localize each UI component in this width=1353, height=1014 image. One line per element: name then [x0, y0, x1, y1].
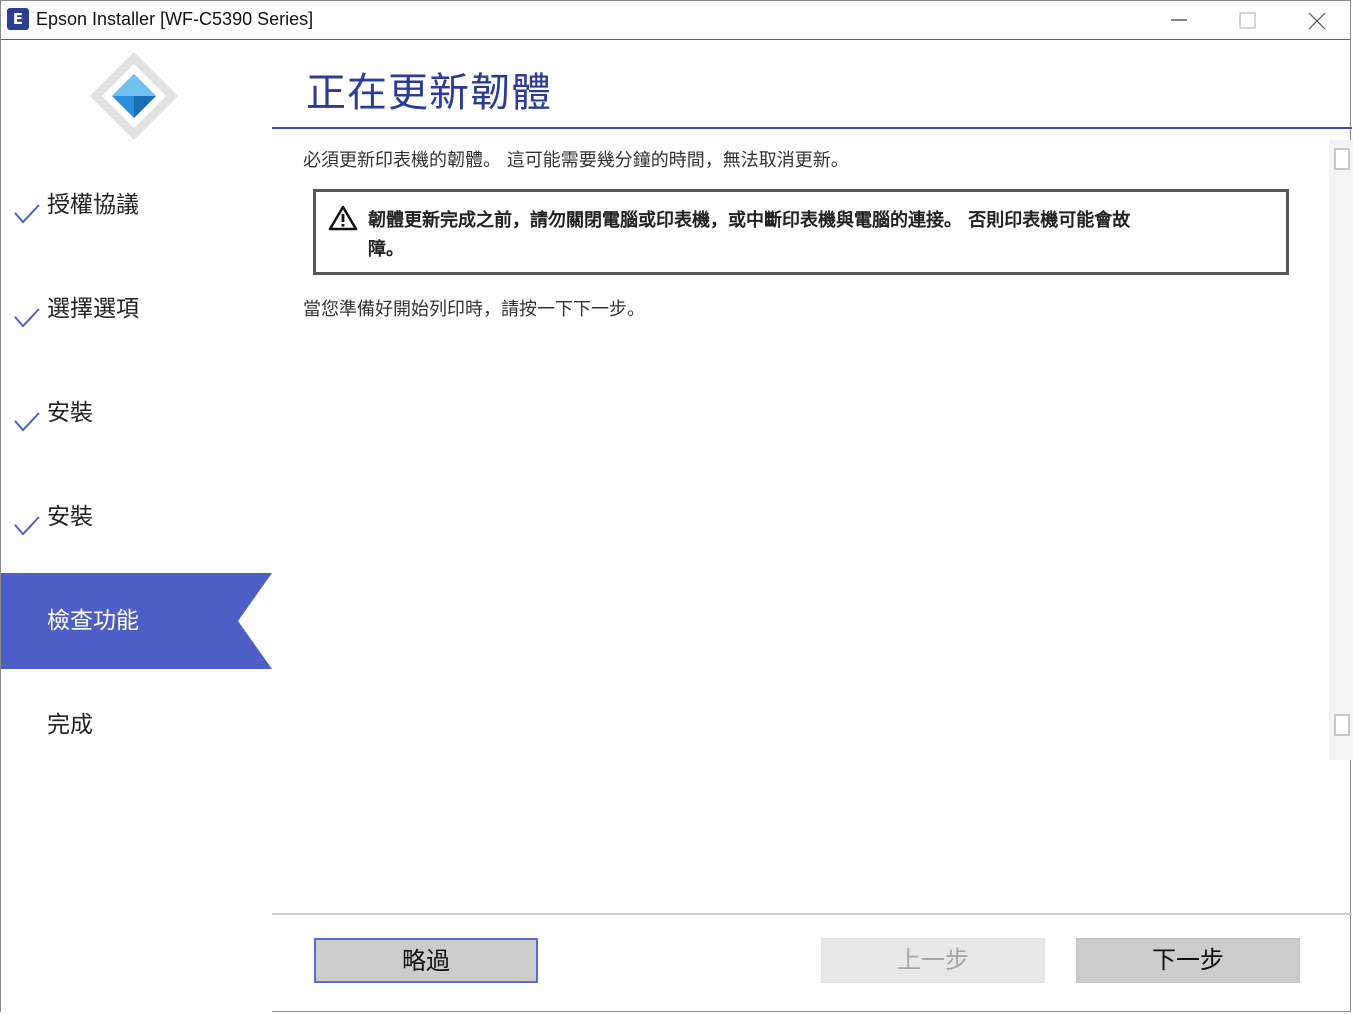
active-step-pointer [238, 573, 272, 669]
app-icon: E [7, 8, 29, 30]
instruction-text: 當您準備好開始列印時，請按一下下一步。 [303, 299, 645, 320]
installer-window: E Epson Installer [WF-C5390 Series] 授權協議… [0, 0, 1353, 1013]
warning-triangle-icon [328, 205, 358, 231]
check-icon [14, 412, 40, 432]
check-icon [14, 204, 40, 224]
vertical-scrollbar[interactable] [1329, 140, 1353, 760]
scroll-down-button[interactable] [1334, 714, 1350, 736]
warning-text: 韌體更新完成之前，請勿關閉電腦或印表機，或中斷印表機與電腦的連接。 否則印表機可… [368, 206, 1268, 264]
step-label: 授權協議 [47, 192, 139, 218]
step-check-functions: 檢查功能 [1, 573, 272, 669]
step-label: 檢查功能 [47, 608, 139, 634]
step-finish: 完成 [1, 677, 272, 773]
step-label: 完成 [47, 712, 93, 738]
back-button[interactable]: 上一步 [821, 938, 1045, 983]
step-install-2: 安裝 [1, 469, 272, 565]
close-button[interactable] [1282, 1, 1351, 39]
footer-divider [272, 913, 1352, 915]
next-button[interactable]: 下一步 [1076, 938, 1300, 983]
step-label: 安裝 [47, 504, 93, 530]
step-license: 授權協議 [1, 157, 272, 253]
main-panel: 正在更新韌體 必須更新印表機的韌體。 這可能需要幾分鐘的時間，無法取消更新。 韌… [272, 40, 1353, 1013]
page-title: 正在更新韌體 [306, 70, 552, 116]
step-options: 選擇選項 [1, 261, 272, 357]
maximize-icon [1239, 12, 1256, 29]
window-title: Epson Installer [WF-C5390 Series] [36, 9, 314, 29]
title-divider [272, 127, 1352, 129]
close-icon [1308, 12, 1326, 30]
warning-line-1: 韌體更新完成之前，請勿關閉電腦或印表機，或中斷印表機與電腦的連接。 否則印表機可… [368, 210, 1131, 231]
epson-diamond-logo-icon [90, 52, 178, 140]
skip-button[interactable]: 略過 [314, 938, 538, 983]
step-label: 安裝 [47, 400, 93, 426]
warning-line-2: 障。 [368, 239, 404, 260]
maximize-button[interactable] [1213, 1, 1282, 39]
title-bar: E Epson Installer [WF-C5390 Series] [1, 1, 1350, 40]
sidebar: 授權協議 選擇選項 安裝 安裝 檢查功能 完成 [1, 40, 272, 1013]
step-label: 選擇選項 [47, 296, 139, 322]
description-text: 必須更新印表機的韌體。 這可能需要幾分鐘的時間，無法取消更新。 [303, 150, 849, 171]
minimize-button[interactable] [1144, 1, 1213, 39]
check-icon [14, 516, 40, 536]
warning-box: 韌體更新完成之前，請勿關閉電腦或印表機，或中斷印表機與電腦的連接。 否則印表機可… [313, 189, 1289, 275]
minimize-icon [1171, 19, 1187, 21]
check-icon [14, 308, 40, 328]
scroll-up-button[interactable] [1334, 148, 1350, 170]
step-install-1: 安裝 [1, 365, 272, 461]
